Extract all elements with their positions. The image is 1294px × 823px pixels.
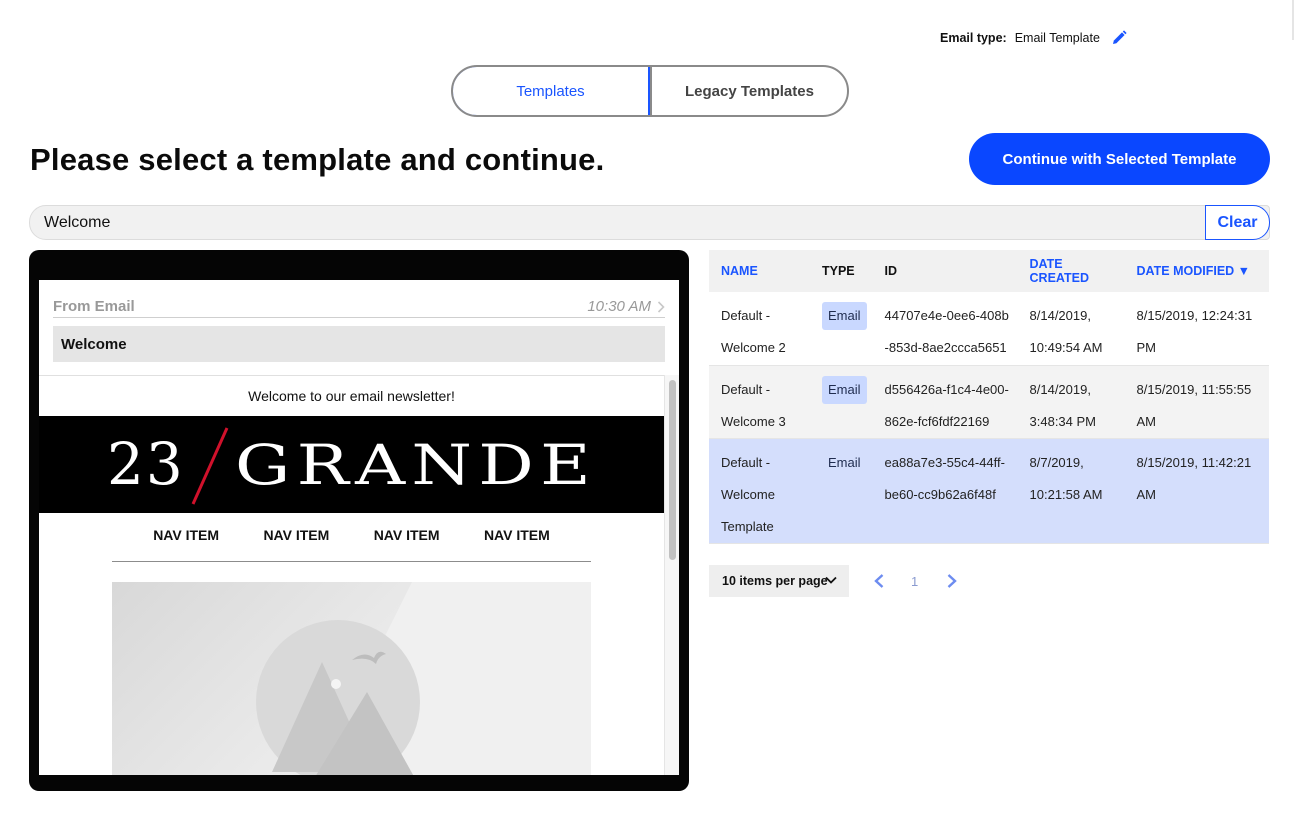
preview-nav: NAV ITEM NAV ITEM NAV ITEM NAV ITEM xyxy=(39,517,664,553)
type-badge: Email xyxy=(828,454,861,470)
cell-id: 44707e4e-0ee6-408b-853d-8ae2ccca5651 xyxy=(884,308,1009,355)
column-header-id: ID xyxy=(884,264,898,278)
cell-name: Default - Welcome 3 xyxy=(721,381,786,429)
from-label: From Email xyxy=(53,298,135,315)
table-row-selected[interactable]: Default - Welcome Template Email ea88a7e… xyxy=(709,438,1269,543)
cell-date-modified: 8/15/2019, 11:42:21 AM xyxy=(1136,454,1252,502)
nav-item[interactable]: NAV ITEM xyxy=(484,527,550,543)
cell-type: Email xyxy=(810,438,873,543)
cell-name: Default - Welcome 2 xyxy=(721,308,786,355)
tab-legacy-templates[interactable]: Legacy Templates xyxy=(650,67,847,115)
chevron-down-icon xyxy=(825,574,837,586)
search-bar xyxy=(29,205,1270,240)
brand-logo: 23 GRANDE xyxy=(39,416,664,513)
cell-type: Email xyxy=(810,365,873,438)
nav-item[interactable]: NAV ITEM xyxy=(153,527,219,543)
time-container: 10:30 AM xyxy=(587,298,665,315)
table-header: NAME TYPE ID DATE CREATED DATE MODIFIED … xyxy=(709,250,1269,292)
logo-slash xyxy=(191,427,228,505)
items-per-page-select[interactable]: 10 items per page xyxy=(709,565,849,597)
chevron-right-icon xyxy=(657,300,665,313)
column-header-type: TYPE xyxy=(822,264,855,278)
cell-type: Email xyxy=(810,292,873,365)
email-type-indicator: Email type: Email Template xyxy=(940,29,1128,47)
pagination: 10 items per page 1 xyxy=(709,565,958,597)
email-type-value: Email Template xyxy=(1014,31,1100,45)
time-label: 10:30 AM xyxy=(587,298,651,315)
cell-date-modified: 8/15/2019, 11:55:55 AM xyxy=(1136,381,1252,429)
column-header-date-modified[interactable]: DATE MODIFIED ▼ xyxy=(1125,250,1269,292)
column-header-date-created[interactable]: DATE CREATED xyxy=(1018,250,1125,292)
nav-item[interactable]: NAV ITEM xyxy=(263,527,329,543)
logo-word: GRANDE xyxy=(235,433,597,497)
preview-screen: From Email 10:30 AM Welcome Welcome to o… xyxy=(39,280,679,775)
templates-table: NAME TYPE ID DATE CREATED DATE MODIFIED … xyxy=(709,250,1269,544)
items-per-page-label: 10 items per page xyxy=(722,574,828,588)
table-row[interactable]: Default - Welcome 3 Email d556426a-f1c4-… xyxy=(709,365,1269,438)
preview-scrollbar[interactable] xyxy=(664,375,679,775)
image-placeholder-icon xyxy=(256,582,591,775)
email-type-label: Email type: xyxy=(940,31,1007,45)
column-header-name[interactable]: NAME xyxy=(709,250,810,292)
subject-bar: Welcome xyxy=(53,326,665,362)
logo-graphic: 23 GRANDE xyxy=(107,427,597,505)
chevron-left-icon[interactable] xyxy=(873,573,885,589)
clear-button[interactable]: Clear xyxy=(1205,205,1270,240)
cell-id: ea88a7e3-55c4-44ff-be60-cc9b62a6f48f xyxy=(884,454,1005,502)
type-badge: Email xyxy=(822,375,867,404)
type-badge: Email xyxy=(822,302,867,330)
pencil-icon[interactable] xyxy=(1110,29,1128,47)
cell-date-modified: 8/15/2019, 12:24:31 PM xyxy=(1136,308,1253,355)
email-body: Welcome to our email newsletter! 23 GRAN… xyxy=(39,375,664,775)
logo-number: 23 xyxy=(107,430,185,498)
scrollbar-thumb[interactable] xyxy=(669,380,676,560)
tab-templates[interactable]: Templates xyxy=(453,67,650,115)
hero-image-placeholder xyxy=(112,582,591,775)
cell-id: d556426a-f1c4-4e00-862e-fcf6fdf22169 xyxy=(884,381,1009,429)
continue-button[interactable]: Continue with Selected Template xyxy=(969,133,1270,185)
current-page-number[interactable]: 1 xyxy=(911,574,918,589)
chevron-right-icon[interactable] xyxy=(946,573,958,589)
page-title: Please select a template and continue. xyxy=(30,142,605,177)
newsletter-text: Welcome to our email newsletter! xyxy=(248,388,455,404)
template-preview: From Email 10:30 AM Welcome Welcome to o… xyxy=(29,250,689,791)
cell-date-created: 8/7/2019, 10:21:58 AM xyxy=(1029,454,1103,502)
from-row: From Email 10:30 AM xyxy=(53,296,665,318)
template-tabs: Templates Legacy Templates xyxy=(451,65,849,117)
cell-name: Default - Welcome Template xyxy=(721,454,775,534)
nav-item[interactable]: NAV ITEM xyxy=(374,527,440,543)
mail-header: From Email 10:30 AM Welcome xyxy=(39,280,679,375)
nav-divider xyxy=(112,561,591,562)
cell-date-created: 8/14/2019, 3:48:34 PM xyxy=(1029,381,1097,429)
cell-date-created: 8/14/2019, 10:49:54 AM xyxy=(1029,308,1103,355)
search-input[interactable] xyxy=(30,206,1269,239)
table-row[interactable]: Default - Welcome 2 Email 44707e4e-0ee6-… xyxy=(709,292,1269,365)
